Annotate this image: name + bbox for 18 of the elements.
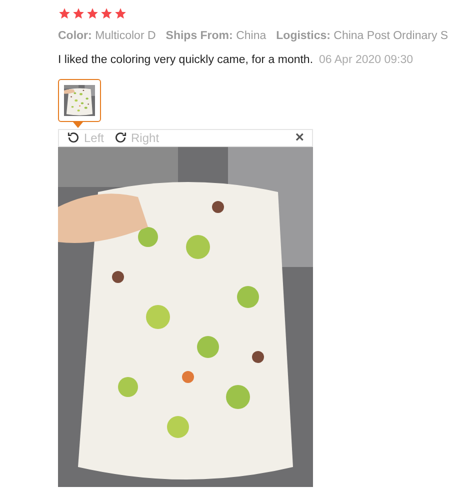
pointer-icon: [73, 122, 83, 128]
bag-thumbnail-drawing: [64, 84, 95, 116]
star-icon: [58, 7, 71, 20]
star-icon: [86, 7, 99, 20]
photo-thumbnail[interactable]: [58, 78, 101, 122]
attribute-text: Ships From: China: [166, 29, 266, 44]
review-date: 06 Apr 2020 09:30: [319, 53, 414, 68]
rotate-right-button[interactable]: Right: [114, 128, 160, 146]
review-text: I liked the coloring very quickly came, for a month.: [58, 53, 314, 68]
rotate-left-button[interactable]: Left: [67, 128, 104, 146]
star-icon: [100, 7, 113, 20]
close-button[interactable]: ×: [295, 130, 304, 145]
attribute-text: Logistics: China Post Ordinary S: [276, 29, 448, 44]
attribute-text: Color: Multicolor D: [58, 29, 156, 44]
star-icon: [72, 7, 85, 20]
rotate-left-icon: [67, 131, 80, 144]
rotate-right-icon: [114, 131, 128, 144]
star-icon: [114, 7, 127, 20]
